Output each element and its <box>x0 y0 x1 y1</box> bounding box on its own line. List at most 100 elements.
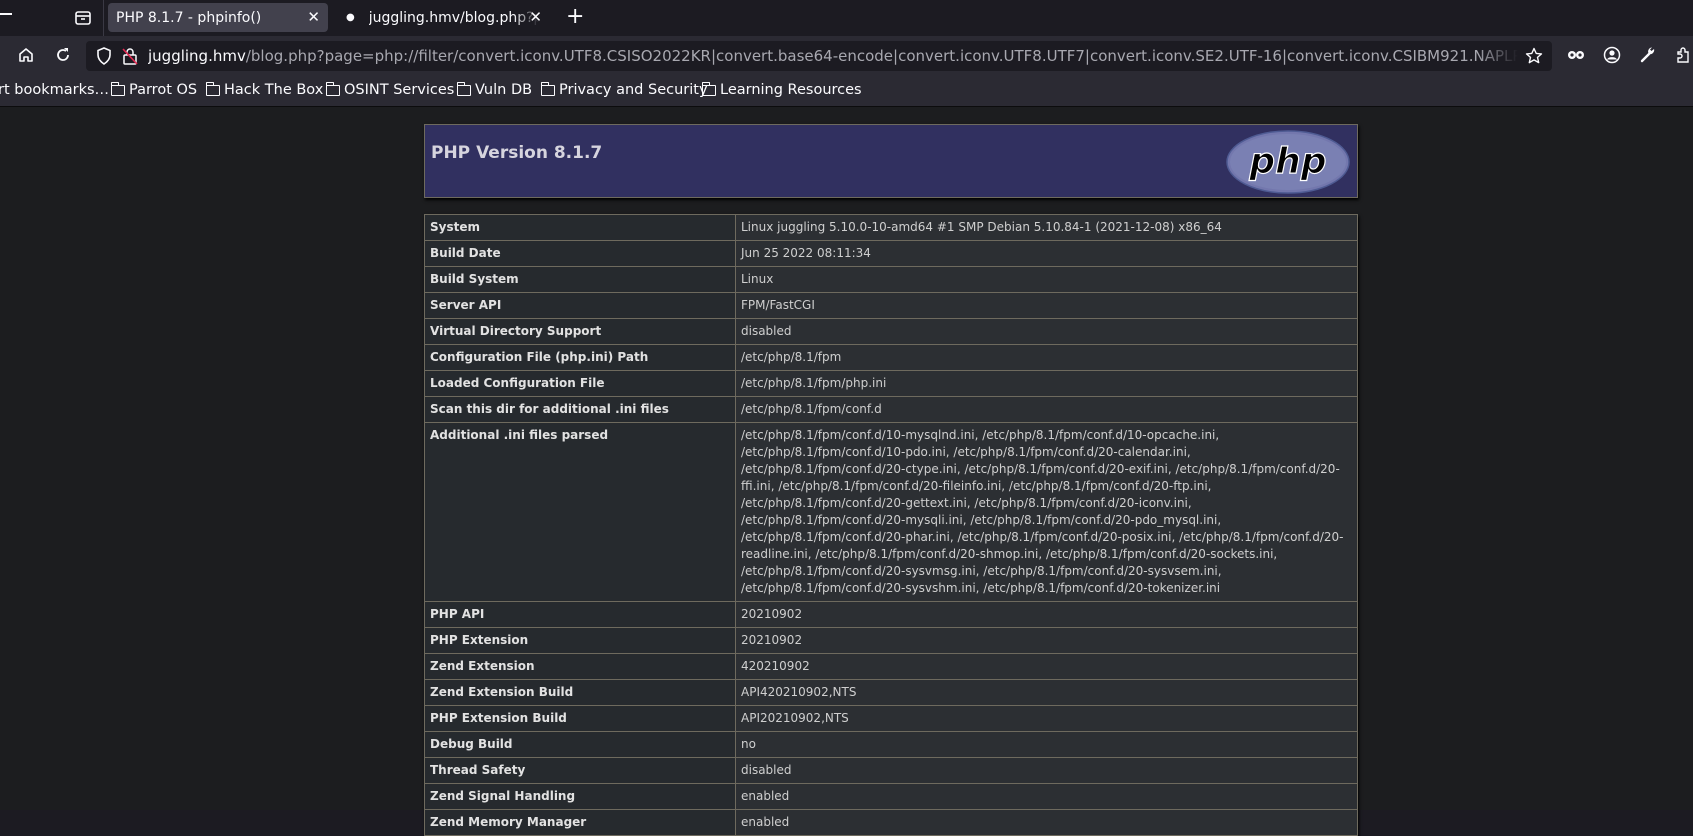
table-row: Additional .ini files parsed/etc/php/8.1… <box>424 422 1358 602</box>
wrench-icon[interactable] <box>1638 45 1658 65</box>
row-key: Additional .ini files parsed <box>424 422 736 602</box>
row-key: Server API <box>424 292 736 319</box>
row-key: PHP Extension Build <box>424 705 736 732</box>
bookmark-folder-privacy-security[interactable]: Privacy and Security <box>541 81 708 98</box>
row-value: disabled <box>735 757 1358 784</box>
minimize-icon[interactable] <box>0 13 12 15</box>
home-icon[interactable] <box>16 45 36 65</box>
close-tab-icon[interactable]: ✕ <box>307 8 320 26</box>
tab-phpinfo[interactable]: PHP 8.1.7 - phpinfo() ✕ <box>108 3 328 32</box>
table-row: Build System Linux <box>424 266 1358 293</box>
tab-bar: PHP 8.1.7 - phpinfo() ✕ ● juggling.hmv/b… <box>0 0 1693 36</box>
table-row: Scan this dir for additional .ini files /… <box>424 396 1358 423</box>
php-logo[interactable]: php <box>1225 129 1351 195</box>
folder-icon <box>541 81 555 96</box>
page-title: PHP Version 8.1.7 <box>431 143 603 163</box>
php-logo-text: php <box>1248 141 1326 182</box>
url-host: juggling.hmv <box>148 47 246 65</box>
nav-toolbar: juggling.hmv/blog.php?page=php://filter/… <box>0 36 1693 74</box>
row-value: /etc/php/8.1/fpm <box>735 344 1358 371</box>
table-row: Zend Memory Manager enabled <box>424 809 1358 836</box>
bookmark-folder-hack-the-box[interactable]: Hack The Box <box>206 81 324 98</box>
table-row: Configuration File (php.ini) Path/etc/ph… <box>424 344 1358 371</box>
tab-separator <box>103 0 104 36</box>
row-key: PHP Extension <box>424 627 736 654</box>
folder-icon <box>206 81 220 96</box>
table-row: Zend Extension Build API420210902,NTS <box>424 679 1358 706</box>
row-value: disabled <box>735 318 1358 345</box>
row-key: Configuration File (php.ini) Path <box>424 344 736 371</box>
row-value: /etc/php/8.1/fpm/conf.d <box>735 396 1358 423</box>
bookmark-label: Parrot OS <box>129 82 198 98</box>
table-row: PHP Extension Build API20210902,NTS <box>424 705 1358 732</box>
table-row: Build Date Jun 25 2022 08:11:34 <box>424 240 1358 267</box>
bookmark-label: Vuln DB <box>475 82 533 98</box>
bookmark-label: rt bookmarks… <box>0 82 110 98</box>
row-value: 420210902 <box>735 653 1358 680</box>
new-tab-button[interactable]: + <box>566 4 584 29</box>
bookmark-label: Privacy and Security <box>559 82 708 98</box>
table-row: PHP API 20210902 <box>424 601 1358 628</box>
bookmark-label: OSINT Services <box>344 82 455 98</box>
table-row: Debug Build no <box>424 731 1358 758</box>
insecure-lock-icon[interactable] <box>120 46 140 66</box>
account-icon[interactable] <box>1602 45 1622 65</box>
table-row: Zend Extension 420210902 <box>424 653 1358 680</box>
shield-icon[interactable] <box>94 46 114 66</box>
bookmark-import[interactable]: rt bookmarks… <box>0 82 109 98</box>
row-value: enabled <box>735 783 1358 810</box>
folder-icon <box>326 81 340 96</box>
row-key: Debug Build <box>424 731 736 758</box>
row-value: no <box>735 731 1358 758</box>
row-value: Jun 25 2022 08:11:34 <box>735 240 1358 267</box>
table-row: PHP Extension 20210902 <box>424 627 1358 654</box>
row-value: 20210902 <box>735 627 1358 654</box>
row-value: Linux <box>735 266 1358 293</box>
row-value: API20210902,NTS <box>735 705 1358 732</box>
tab-title: PHP 8.1.7 - phpinfo() <box>116 9 262 26</box>
row-key: Scan this dir for additional .ini files <box>424 396 736 423</box>
folder-icon <box>111 81 125 96</box>
row-value: API420210902,NTS <box>735 679 1358 706</box>
row-value: Linux juggling 5.10.0-10-amd64 #1 SMP De… <box>735 214 1358 241</box>
folder-icon <box>457 81 471 96</box>
tab-blog[interactable]: ● juggling.hmv/blog.php?page=php://filte… <box>330 3 550 32</box>
table-row: System Linux juggling 5.10.0-10-amd64 #1 … <box>424 214 1358 241</box>
row-key: PHP API <box>424 601 736 628</box>
folder-icon <box>702 81 716 96</box>
table-row: Thread Safety disabled <box>424 757 1358 784</box>
table-row: Zend Signal Handling enabled <box>424 783 1358 810</box>
close-tab-icon[interactable]: ✕ <box>529 8 542 26</box>
bookmark-star-icon[interactable] <box>1524 46 1544 66</box>
bookmark-folder-osint-services[interactable]: OSINT Services <box>326 81 455 98</box>
row-key: Zend Signal Handling <box>424 783 736 810</box>
url-path: /blog.php?page=php://filter/convert.icon… <box>245 47 1518 65</box>
bookmark-folder-learning-resources[interactable]: Learning Resources <box>702 81 862 98</box>
extensions-icon[interactable] <box>1674 45 1693 65</box>
row-value: enabled <box>735 809 1358 836</box>
url-bar[interactable]: juggling.hmv/blog.php?page=php://filter/… <box>86 41 1552 71</box>
url-text[interactable]: juggling.hmv/blog.php?page=php://filter/… <box>148 47 1518 65</box>
table-row: Server API FPM/FastCGI <box>424 292 1358 319</box>
row-value: 20210902 <box>735 601 1358 628</box>
bookmark-label: Hack The Box <box>224 82 324 98</box>
row-key: Build System <box>424 266 736 293</box>
page-content: PHP Version 8.1.7 php System Linux juggli… <box>0 107 1693 836</box>
list-all-tabs-icon[interactable] <box>72 7 94 29</box>
table-row: Virtual Directory Support disabled <box>424 318 1358 345</box>
row-key: Zend Memory Manager <box>424 809 736 836</box>
reload-icon[interactable] <box>53 45 73 65</box>
row-key: Thread Safety <box>424 757 736 784</box>
bookmark-label: Learning Resources <box>720 82 862 98</box>
row-key: Zend Extension Build <box>424 679 736 706</box>
bookmark-folder-parrot-os[interactable]: Parrot OS <box>111 81 198 98</box>
row-key: Zend Extension <box>424 653 736 680</box>
tab-title: juggling.hmv/blog.php?page=php://filter/… <box>368 9 539 26</box>
row-key: Virtual Directory Support <box>424 318 736 345</box>
bookmark-folder-vuln-db[interactable]: Vuln DB <box>457 81 533 98</box>
table-row: Loaded Configuration File/etc/php/8.1/fp… <box>424 370 1358 397</box>
row-value: /etc/php/8.1/fpm/conf.d/10-mysqlnd.ini, … <box>735 422 1358 602</box>
php-info-table: System Linux juggling 5.10.0-10-amd64 #1 … <box>424 214 1358 836</box>
row-key: Build Date <box>424 240 736 267</box>
private-mask-icon[interactable] <box>1566 45 1586 65</box>
